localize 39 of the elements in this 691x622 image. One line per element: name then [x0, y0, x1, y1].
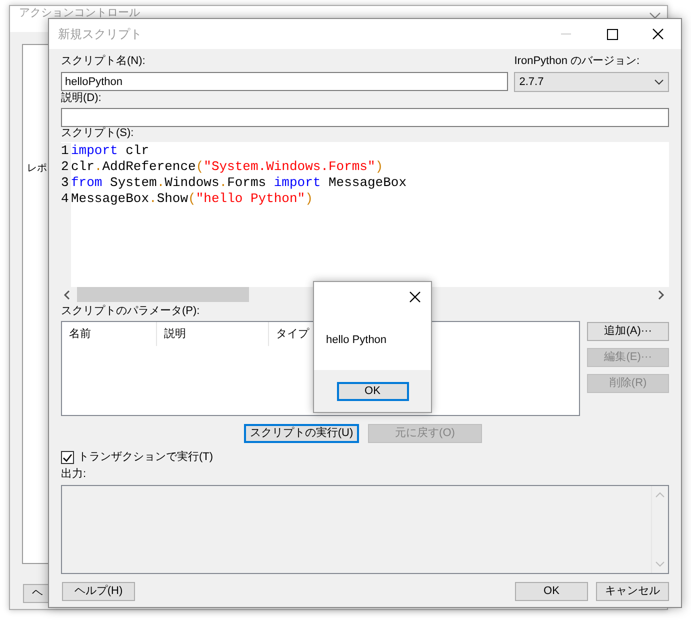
- code-line: clr.AddReference("System.Windows.Forms"): [71, 159, 384, 175]
- maximize-icon[interactable]: [606, 28, 618, 40]
- close-icon[interactable]: [652, 28, 664, 40]
- scroll-up-icon: [655, 492, 665, 498]
- field-label: 出力:: [61, 468, 88, 481]
- field-label: IronPython のバージョン:: [514, 55, 641, 68]
- code-line: from System.Windows.Forms import MessageBox: [71, 175, 407, 191]
- column-header: 説明: [157, 322, 269, 346]
- line-number: 4: [61, 191, 70, 207]
- checkbox-label[interactable]: トランザクションで実行(T): [78, 451, 214, 464]
- action-button[interactable]: スクリプトの実行(U): [244, 424, 359, 443]
- version-dropdown[interactable]: 2.7.7: [514, 72, 669, 92]
- action-button[interactable]: 追加(A)···: [587, 322, 669, 341]
- dialog-button[interactable]: OK: [515, 582, 588, 601]
- label: レポ: [27, 163, 47, 175]
- name-field[interactable]: helloPython: [61, 72, 508, 91]
- code-line: import clr: [71, 143, 150, 159]
- dialog-button[interactable]: キャンセル: [596, 582, 669, 601]
- line-number: 1: [61, 143, 70, 159]
- code-editor[interactable]: 1 2 3 4 import clr clr.AddReference("System.Windows.Forms") from System.Windows.Forms import MessageBox MessageBox.Show("hello Python"): [61, 142, 669, 302]
- line-number: 3: [61, 175, 70, 191]
- description-field[interactable]: [61, 108, 669, 127]
- line-number: 2: [61, 159, 70, 175]
- window-title: アクションコントロール: [19, 7, 140, 19]
- field-label: スクリプト(S):: [61, 127, 135, 140]
- code-line: MessageBox.Show("hello Python"): [71, 191, 314, 207]
- field-label: 説明(D):: [61, 92, 102, 105]
- ok-button[interactable]: OK: [336, 382, 408, 400]
- scrollbar-thumb[interactable]: [77, 287, 249, 302]
- field-label: スクリプトのパラメータ(P):: [61, 305, 201, 318]
- column-header: 名前: [62, 322, 157, 346]
- field-label: スクリプト名(N):: [61, 55, 146, 68]
- dialog-button[interactable]: ヘルプ(H): [62, 582, 135, 601]
- check-icon: [63, 454, 72, 462]
- scroll-down-icon: [655, 561, 665, 567]
- window-title: 新規スクリプト: [58, 28, 143, 40]
- close-icon[interactable]: [409, 291, 421, 303]
- chevron-down-icon: [654, 79, 664, 85]
- checkbox[interactable]: [61, 451, 74, 464]
